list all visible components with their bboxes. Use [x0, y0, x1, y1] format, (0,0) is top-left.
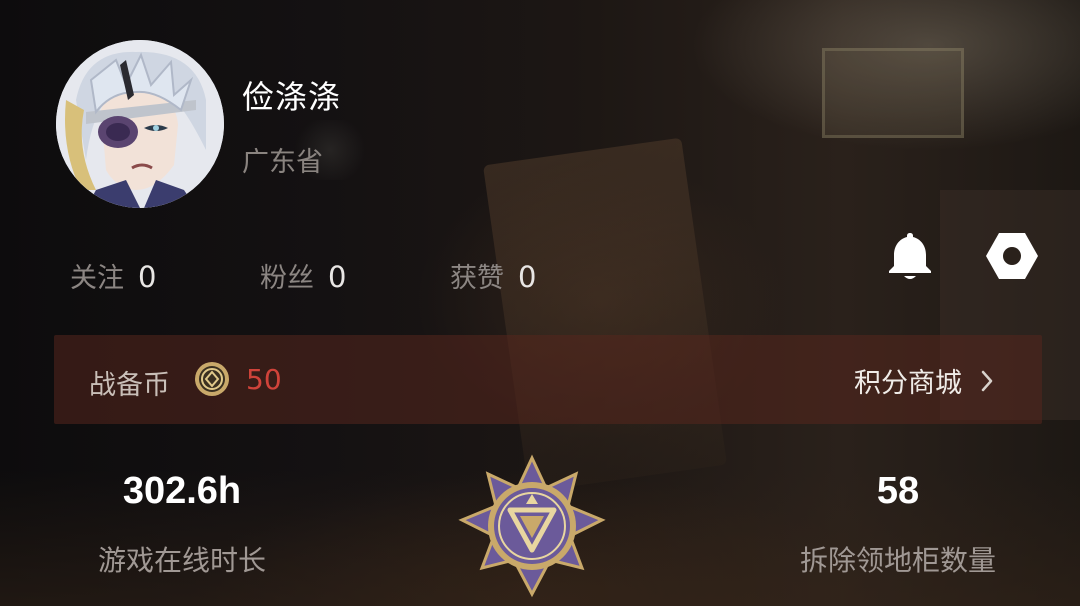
bell-icon: [889, 233, 931, 279]
follow-stat[interactable]: 关注 0: [70, 256, 156, 295]
coin-icon: [195, 362, 229, 396]
likes-label: 获赞: [450, 263, 504, 294]
region-label: 广东省: [242, 147, 323, 178]
coin-bar: 战备币 50 积分商城: [54, 335, 1042, 424]
chevron-right-icon: [981, 370, 993, 391]
removed-cabinet-label: 拆除领地柜数量: [799, 544, 996, 577]
follow-count: 0: [138, 260, 157, 294]
fans-stat[interactable]: 粉丝 0: [260, 256, 346, 295]
follow-label: 关注: [70, 263, 124, 294]
likes-stat[interactable]: 获赞 0: [450, 256, 536, 295]
points-shop-link[interactable]: 积分商城: [854, 361, 994, 400]
background-board: [483, 137, 727, 493]
profile-screen: 俭涤涤 广东省 关注 0 粉丝 0 获赞 0 战备币 50 积分商城 302.6…: [0, 0, 1080, 606]
hexagon-nut-settings-icon: [986, 233, 1038, 279]
username: 俭涤涤: [242, 78, 342, 116]
online-time-stat: 302.6h 游戏在线时长: [52, 470, 312, 579]
coin-amount: 50: [246, 363, 282, 396]
likes-count: 0: [518, 260, 537, 294]
points-shop-label: 积分商城: [854, 368, 962, 399]
anime-character-avatar-icon: [56, 40, 224, 208]
background-frame: [822, 48, 964, 138]
rank-badge-icon[interactable]: [458, 454, 606, 602]
avatar[interactable]: [56, 40, 224, 208]
settings-button[interactable]: [984, 228, 1040, 284]
notification-button[interactable]: [882, 228, 938, 284]
online-time-value: 302.6h: [122, 470, 242, 512]
removed-cabinet-value: 58: [876, 470, 920, 512]
online-time-label: 游戏在线时长: [97, 544, 266, 577]
fans-count: 0: [328, 260, 347, 294]
removed-cabinet-stat: 58 拆除领地柜数量: [768, 470, 1028, 579]
coin-label: 战备币: [89, 370, 170, 401]
fans-label: 粉丝: [260, 263, 314, 294]
